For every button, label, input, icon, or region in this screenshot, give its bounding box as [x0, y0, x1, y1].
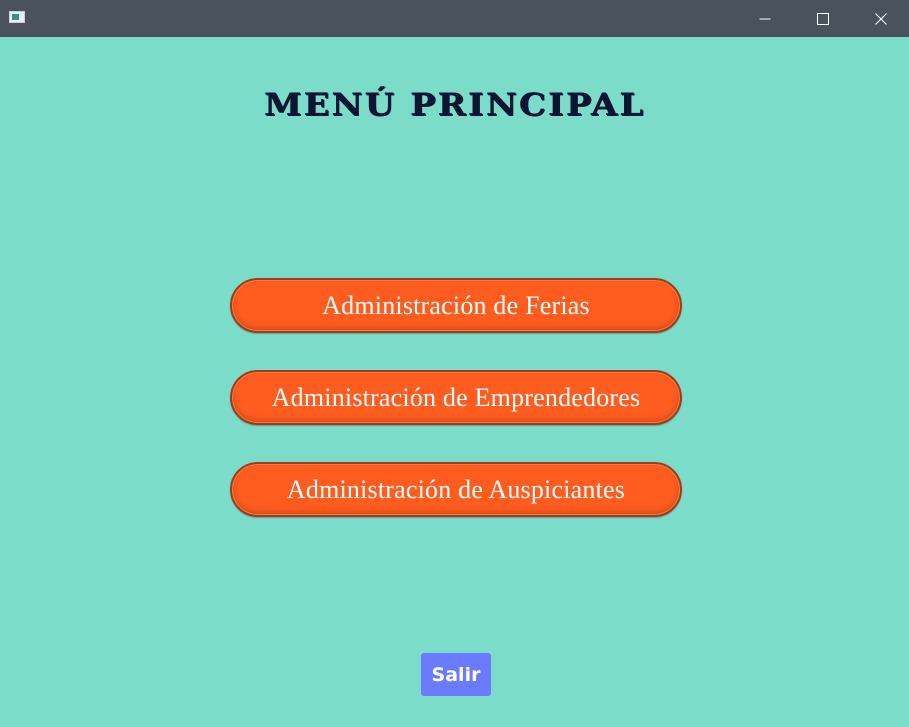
- close-icon: [875, 12, 887, 25]
- title-bar[interactable]: [0, 0, 909, 37]
- minimize-button[interactable]: [736, 0, 794, 37]
- main-content: MENÚ PRINCIPAL Administración de Ferias …: [0, 37, 909, 727]
- ferias-admin-label: Administración de Ferias: [322, 290, 590, 320]
- ferias-admin-button[interactable]: Administración de Ferias: [230, 278, 682, 333]
- auspiciantes-admin-button[interactable]: Administración de Auspiciantes: [230, 462, 682, 517]
- app-window: MENÚ PRINCIPAL Administración de Ferias …: [0, 0, 909, 727]
- exit-label: Salir: [431, 663, 481, 686]
- close-button[interactable]: [852, 0, 909, 37]
- auspiciantes-admin-label: Administración de Auspiciantes: [286, 474, 626, 504]
- page-title: MENÚ PRINCIPAL: [263, 87, 646, 123]
- minimize-icon: [759, 13, 771, 25]
- emprendedores-admin-button[interactable]: Administración de Emprendedores: [230, 370, 682, 425]
- exit-button[interactable]: Salir: [421, 653, 491, 696]
- emprendedores-admin-label: Administración de Emprendedores: [271, 382, 641, 412]
- maximize-icon: [817, 12, 829, 25]
- maximize-button[interactable]: [794, 0, 852, 37]
- app-window-icon: [9, 11, 25, 23]
